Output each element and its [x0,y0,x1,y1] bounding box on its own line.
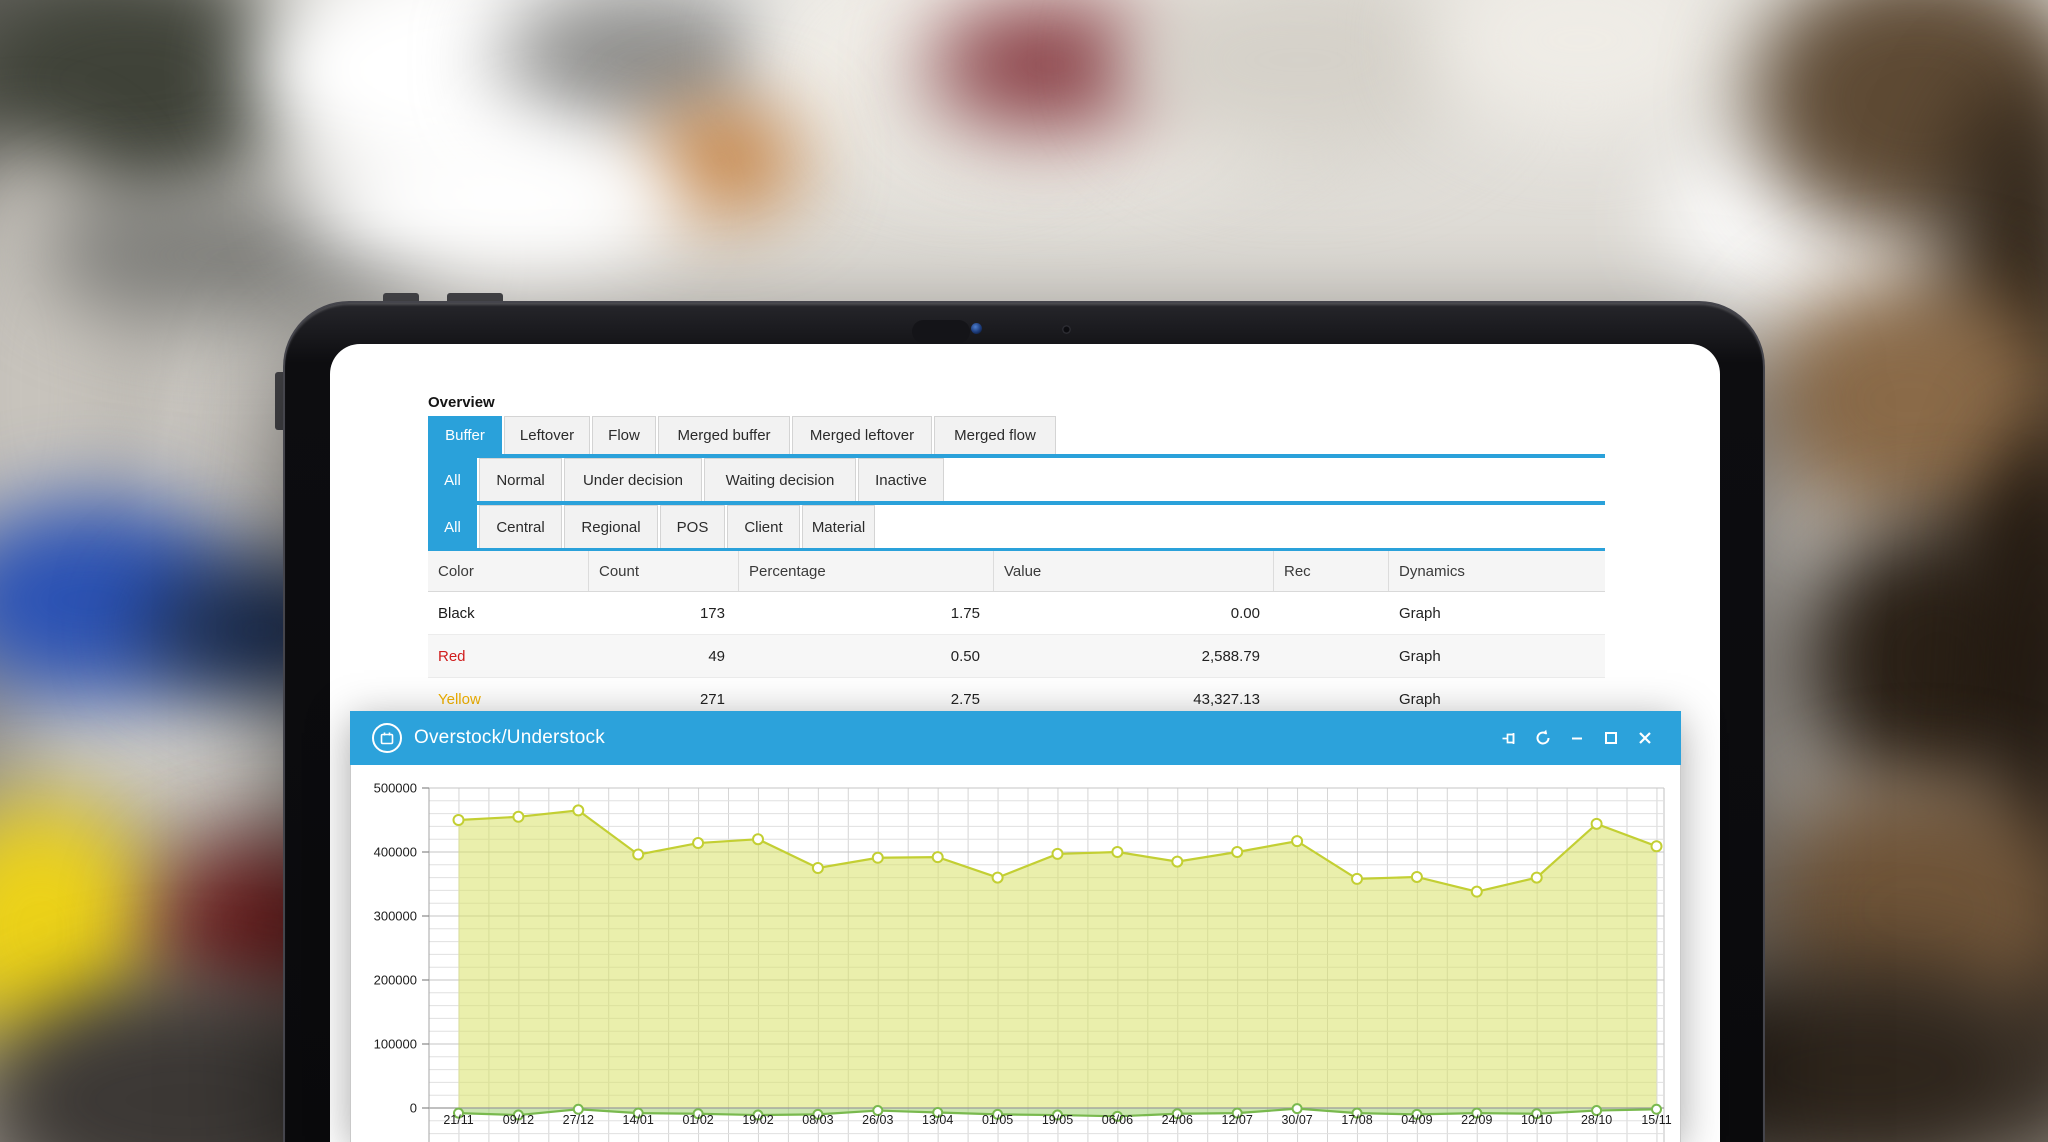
svg-text:21/11: 21/11 [443,1113,473,1127]
camera-module [912,320,970,343]
pin-icon[interactable] [1497,726,1521,750]
svg-text:30/07: 30/07 [1281,1113,1312,1127]
column-header-count[interactable]: Count [589,551,739,591]
table-row-red[interactable]: Red490.502,588.79 Graph [428,635,1605,678]
page: Overview BufferLeftoverFlowMerged buffer… [0,0,2048,1142]
svg-text:0: 0 [410,1101,417,1116]
svg-text:06/06: 06/06 [1102,1113,1133,1127]
table-header: ColorCountPercentageValueRecDynamics [428,551,1605,592]
page-title: Overview [428,394,495,411]
column-header-rec[interactable]: Rec [1274,551,1389,591]
svg-text:22/09: 22/09 [1461,1113,1492,1127]
tab-merged-leftover[interactable]: Merged leftover [792,416,932,454]
color-cell: Red [428,635,589,677]
tab-regional[interactable]: Regional [564,505,658,548]
svg-text:500000: 500000 [374,781,417,796]
svg-text:01/05: 01/05 [982,1113,1013,1127]
svg-text:28/10: 28/10 [1581,1113,1612,1127]
svg-text:26/03: 26/03 [862,1113,893,1127]
maximize-icon[interactable] [1599,726,1623,750]
window-title: Overstock/Understock [414,711,605,765]
svg-text:400000: 400000 [374,845,417,860]
tab-row-status: AllNormalUnder decisionWaiting decisionI… [428,458,1605,505]
column-header-color[interactable]: Color [428,551,589,591]
tab-leftover[interactable]: Leftover [504,416,590,454]
tab-merged-flow[interactable]: Merged flow [934,416,1056,454]
svg-text:14/01: 14/01 [623,1113,654,1127]
column-header-percentage[interactable]: Percentage [739,551,994,591]
close-icon[interactable] [1633,726,1657,750]
svg-text:10/10: 10/10 [1521,1113,1552,1127]
tab-row-buffer-types: BufferLeftoverFlowMerged bufferMerged le… [428,416,1605,458]
value-cell: 0.00 [994,592,1274,634]
column-header-value[interactable]: Value [994,551,1274,591]
graph-link[interactable]: Graph [1389,592,1605,634]
svg-text:01/02: 01/02 [682,1113,713,1127]
tab-buffer[interactable]: Buffer [428,416,502,454]
graph-link[interactable]: Graph [1389,635,1605,677]
tab-bars: BufferLeftoverFlowMerged bufferMerged le… [428,416,1605,552]
tab-inactive[interactable]: Inactive [858,458,944,501]
svg-text:09/12: 09/12 [503,1113,534,1127]
camera-sensor-icon [1062,325,1071,334]
table-row-black[interactable]: Black1731.750.00 Graph [428,592,1605,635]
window-titlebar: Overstock/Understock [350,711,1681,765]
tab-normal[interactable]: Normal [479,458,562,501]
minimize-icon[interactable] [1565,726,1589,750]
svg-text:17/08: 17/08 [1341,1113,1372,1127]
tab-all[interactable]: All [428,458,477,501]
svg-text:19/02: 19/02 [742,1113,773,1127]
tab-all[interactable]: All [428,505,477,548]
tab-merged-buffer[interactable]: Merged buffer [658,416,790,454]
svg-text:200000: 200000 [374,973,417,988]
count-cell: 49 [589,635,739,677]
tab-waiting-decision[interactable]: Waiting decision [704,458,856,501]
tab-flow[interactable]: Flow [592,416,656,454]
tab-material[interactable]: Material [802,505,875,548]
svg-text:24/06: 24/06 [1162,1113,1193,1127]
count-cell: 173 [589,592,739,634]
rec-cell [1274,592,1389,634]
svg-text:100000: 100000 [374,1037,417,1052]
svg-text:27/12: 27/12 [563,1113,594,1127]
rec-cell [1274,635,1389,677]
tab-under-decision[interactable]: Under decision [564,458,702,501]
refresh-icon[interactable] [1531,726,1555,750]
svg-text:19/05: 19/05 [1042,1113,1073,1127]
tab-row-location: AllCentralRegionalPOSClientMaterial [428,505,1605,552]
svg-text:04/09: 04/09 [1401,1113,1432,1127]
color-summary-table: ColorCountPercentageValueRecDynamics Bla… [428,551,1605,721]
percentage-cell: 0.50 [739,635,994,677]
svg-text:12/07: 12/07 [1222,1113,1253,1127]
chart-area: 0 100000 200000 300000 400000 500000 21/11 09/1… [350,765,1681,1142]
camera-lens-icon [971,323,982,334]
column-header-dynamics[interactable]: Dynamics [1389,551,1605,591]
percentage-cell: 1.75 [739,592,994,634]
svg-text:300000: 300000 [374,909,417,924]
overstock-understock-chart: 0 100000 200000 300000 400000 500000 21/11 09/1… [351,765,1682,1142]
svg-text:13/04: 13/04 [922,1113,953,1127]
overstock-understock-window: Overstock/Understock 0 100000 200000 300000… [350,711,1681,1142]
tab-client[interactable]: Client [727,505,800,548]
tab-central[interactable]: Central [479,505,562,548]
table-body: Black1731.750.00 Graph Red490.502,588.79 Gr… [428,592,1605,721]
svg-text:15/11: 15/11 [1641,1113,1671,1127]
calendar-icon [372,723,402,753]
tab-pos[interactable]: POS [660,505,725,548]
svg-text:08/03: 08/03 [802,1113,833,1127]
color-cell: Black [428,592,589,634]
value-cell: 2,588.79 [994,635,1274,677]
